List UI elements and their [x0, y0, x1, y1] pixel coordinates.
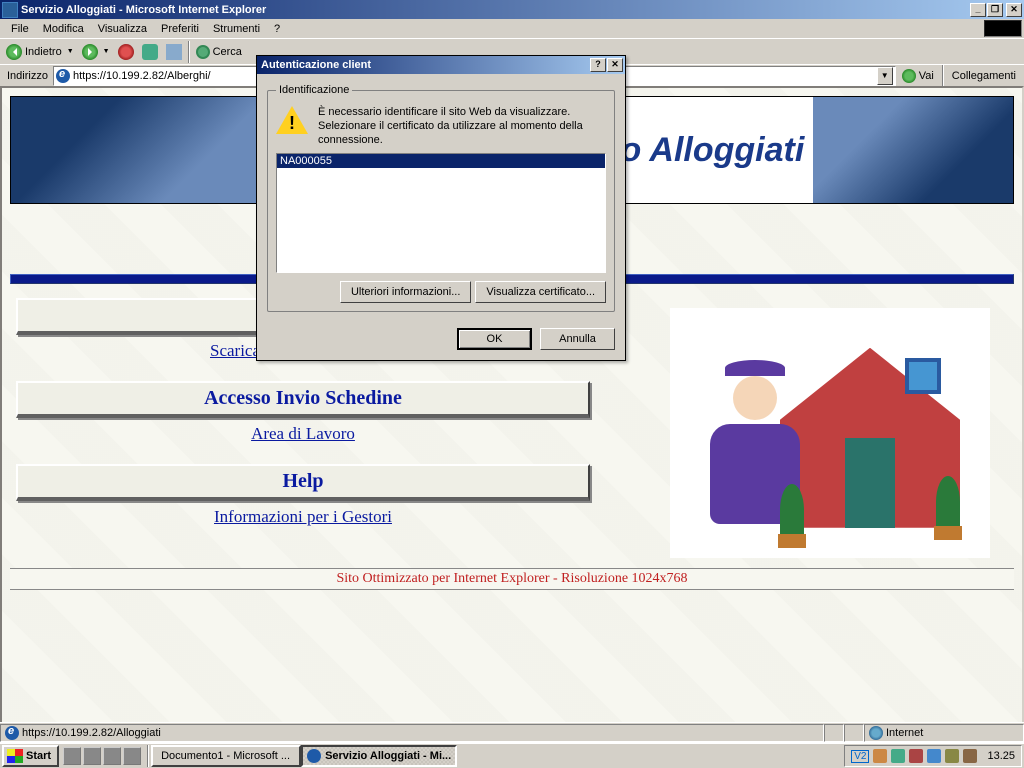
task-button-ie[interactable]: Servizio Alloggiati - Mi...: [301, 745, 457, 767]
windows-logo-icon: [7, 749, 23, 763]
status-text-pane: https://10.199.2.82/Alloggiati: [0, 724, 824, 742]
doorman-illustration: [670, 308, 990, 558]
section-accesso-head: Accesso Invio Schedine: [16, 381, 590, 418]
group-label: Identificazione: [276, 84, 352, 96]
home-icon: [166, 44, 182, 60]
menu-file[interactable]: File: [4, 21, 36, 37]
quick-launch: [63, 747, 141, 765]
globe-icon: [869, 726, 883, 740]
menu-favorites[interactable]: Preferiti: [154, 21, 206, 37]
back-label: Indietro: [25, 46, 62, 58]
tray-icon[interactable]: [909, 749, 923, 763]
quicklaunch-icon[interactable]: [103, 747, 121, 765]
toolbar-separator: [188, 41, 190, 63]
minimize-button[interactable]: _: [970, 3, 986, 17]
warning-icon: !: [276, 106, 308, 134]
tray-icon[interactable]: [873, 749, 887, 763]
status-text: https://10.199.2.82/Alloggiati: [22, 727, 161, 739]
toolbar-separator: [942, 65, 944, 87]
banner-left-image: [11, 97, 271, 203]
banner-right-image: [813, 97, 1013, 203]
taskbar-clock[interactable]: 13.25: [987, 750, 1015, 762]
page-icon: [56, 69, 70, 83]
status-bar: https://10.199.2.82/Alloggiati Internet: [0, 722, 1024, 742]
search-button[interactable]: Cerca: [192, 43, 246, 61]
dialog-help-button[interactable]: ?: [590, 58, 606, 72]
status-pane: [824, 724, 844, 742]
status-pane: [844, 724, 864, 742]
tray-icon[interactable]: [927, 749, 941, 763]
start-button[interactable]: Start: [2, 745, 59, 767]
task-button-word[interactable]: Documento1 - Microsoft ...: [151, 745, 301, 767]
menu-help[interactable]: ?: [267, 21, 287, 37]
links-button[interactable]: Collegamenti: [946, 70, 1022, 82]
go-label: Vai: [919, 70, 934, 82]
ok-button[interactable]: OK: [457, 328, 532, 350]
back-button[interactable]: Indietro ▼: [2, 42, 78, 62]
restore-button[interactable]: ❐: [987, 3, 1003, 17]
address-label: Indirizzo: [2, 70, 53, 82]
chevron-down-icon: ▼: [67, 48, 74, 55]
quicklaunch-icon[interactable]: [123, 747, 141, 765]
security-zone-pane: Internet: [864, 724, 1024, 742]
stop-button[interactable]: [114, 42, 138, 62]
dialog-titlebar: Autenticazione client ? ✕: [257, 56, 625, 74]
home-button[interactable]: [162, 42, 186, 62]
search-icon: [196, 45, 210, 59]
go-icon: [902, 69, 916, 83]
window-titlebar: Servizio Alloggiati - Microsoft Internet…: [0, 0, 1024, 19]
tray-icon[interactable]: [963, 749, 977, 763]
quicklaunch-icon[interactable]: [83, 747, 101, 765]
task-label: Servizio Alloggiati - Mi...: [325, 750, 451, 762]
address-dropdown-button[interactable]: ▼: [877, 67, 893, 85]
tray-icon[interactable]: [891, 749, 905, 763]
menu-bar: File Modifica Visualizza Preferiti Strum…: [0, 19, 1024, 38]
task-label: Documento1 - Microsoft ...: [161, 750, 290, 762]
arrow-right-icon: [82, 44, 98, 60]
chevron-down-icon: ▼: [103, 48, 110, 55]
client-auth-dialog: Autenticazione client ? ✕ Identificazion…: [256, 55, 626, 361]
taskbar-separator: [147, 745, 149, 767]
search-label: Cerca: [213, 46, 242, 58]
taskbar: Start Documento1 - Microsoft ... Servizi…: [0, 742, 1024, 768]
arrow-left-icon: [6, 44, 22, 60]
window-title: Servizio Alloggiati - Microsoft Internet…: [21, 4, 970, 16]
refresh-button[interactable]: [138, 42, 162, 62]
link-informazioni-gestori[interactable]: Informazioni per i Gestori: [214, 507, 392, 526]
stop-icon: [118, 44, 134, 60]
go-button[interactable]: Vai: [896, 69, 940, 83]
ie-throbber-logo: [984, 20, 1022, 37]
view-certificate-button[interactable]: Visualizza certificato...: [475, 281, 606, 303]
close-button[interactable]: ✕: [1006, 3, 1022, 17]
page-icon: [5, 726, 19, 740]
refresh-icon: [142, 44, 158, 60]
lang-indicator[interactable]: V2: [851, 750, 869, 763]
dialog-close-button[interactable]: ✕: [607, 58, 623, 72]
certificate-item[interactable]: NA000055: [277, 154, 605, 168]
system-tray: V2 13.25: [844, 745, 1022, 767]
more-info-button[interactable]: Ulteriori informazioni...: [340, 281, 471, 303]
ie-app-icon: [2, 2, 18, 18]
cancel-button[interactable]: Annulla: [540, 328, 615, 350]
right-column: [650, 298, 1010, 558]
quicklaunch-icon[interactable]: [63, 747, 81, 765]
menu-edit[interactable]: Modifica: [36, 21, 91, 37]
zone-text: Internet: [886, 727, 923, 739]
certificate-list[interactable]: NA000055: [276, 153, 606, 273]
dialog-title: Autenticazione client: [259, 59, 589, 71]
dialog-message: È necessario identificare il sito Web da…: [318, 106, 606, 147]
tray-icon[interactable]: [945, 749, 959, 763]
start-label: Start: [26, 750, 51, 762]
ie-icon: [307, 749, 321, 763]
link-area-lavoro[interactable]: Area di Lavoro: [251, 424, 355, 443]
menu-tools[interactable]: Strumenti: [206, 21, 267, 37]
identification-group: Identificazione ! È necessario identific…: [267, 84, 615, 312]
menu-view[interactable]: Visualizza: [91, 21, 154, 37]
section-help-head: Help: [16, 464, 590, 501]
footer-note: Sito Ottimizzato per Internet Explorer -…: [10, 568, 1014, 590]
forward-button[interactable]: ▼: [78, 42, 114, 62]
